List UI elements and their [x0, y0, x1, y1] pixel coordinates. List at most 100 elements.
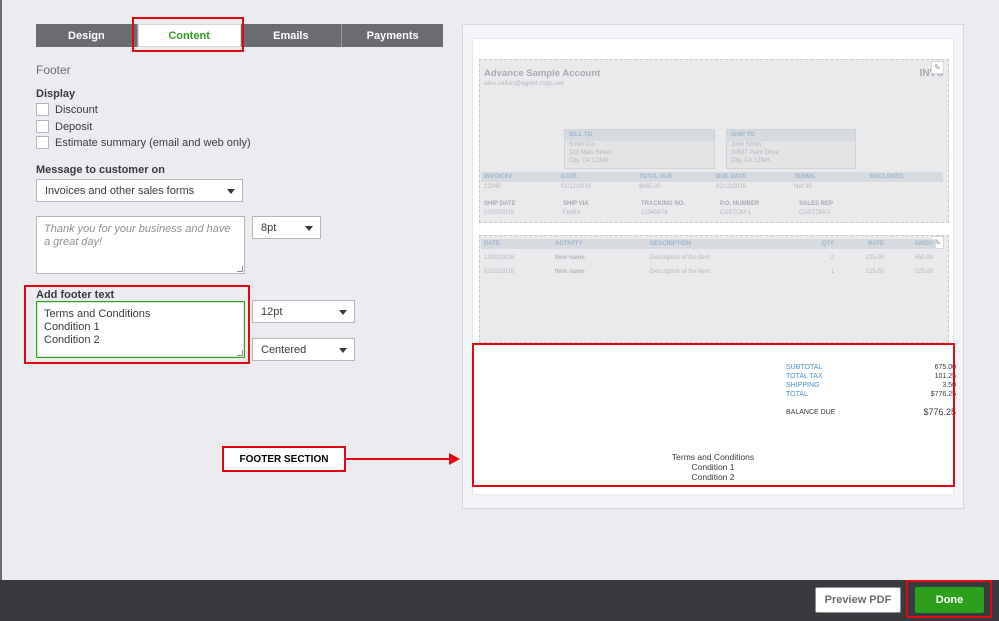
deposit-checkbox[interactable] — [36, 120, 49, 133]
estimate-summary-checkbox[interactable] — [36, 136, 49, 149]
chevron-down-icon — [305, 225, 313, 231]
bill-to-line: City, CA 12345 — [569, 158, 609, 164]
items-header: DATE — [484, 241, 500, 247]
item-cell: 450.00 — [914, 255, 933, 261]
ship-to-line: City, CA 12345 — [731, 158, 771, 164]
tab-content[interactable]: Content — [137, 24, 241, 47]
items-row: 01/12/2016 Item name Description of the … — [481, 267, 936, 277]
ship-header: P.O. NUMBER — [720, 201, 760, 207]
summary-value: 01/12/2016 — [561, 184, 592, 190]
item-cell: Description of the item — [650, 269, 710, 275]
tab-emails[interactable]: Emails — [240, 24, 343, 47]
ship-value: 01/03/2015 — [484, 210, 515, 216]
message-label: Message to customer on — [36, 164, 165, 176]
section-title: Footer — [36, 63, 71, 77]
deposit-option[interactable]: Deposit — [36, 120, 92, 133]
summary-header: DUE DATE — [716, 174, 747, 180]
message-type-select[interactable]: Invoices and other sales forms — [36, 179, 243, 202]
footer-line-1: Terms and Conditions — [44, 308, 151, 320]
done-button[interactable]: Done — [915, 587, 984, 613]
item-cell: 225.00 — [865, 269, 884, 275]
ship-to-box: SHIP TO John Smith 20637 Palm Drive City… — [726, 129, 856, 169]
summary-value — [867, 182, 943, 192]
items-header: AMOU — [914, 241, 933, 247]
message-type-value: Invoices and other sales forms — [45, 184, 195, 197]
tab-payments[interactable]: Payments — [342, 24, 443, 47]
summary-header: TERMS — [794, 174, 815, 180]
footer-font-size-value: 12pt — [261, 305, 283, 318]
summary-header: ENCLOSED — [870, 174, 904, 180]
summary-header-row: INVOICE# DATE TOTAL DUE DUE DATE TERMS E… — [481, 172, 943, 182]
arrow-right-icon — [449, 453, 460, 465]
window-edge — [0, 0, 2, 580]
footer-section-callout: FOOTER SECTION — [222, 446, 346, 472]
item-cell: 01/12/2016 — [484, 269, 515, 275]
resize-handle-icon[interactable] — [237, 350, 243, 356]
message-font-size-select[interactable]: 8pt — [252, 216, 321, 239]
discount-checkbox[interactable] — [36, 103, 49, 116]
item-cell: 225.00 — [914, 269, 933, 275]
message-font-size-value: 8pt — [261, 221, 277, 234]
message-textarea[interactable]: Thank you for your business and have a g… — [36, 216, 245, 274]
company-name: Advance Sample Account — [484, 68, 601, 79]
estimate-summary-option[interactable]: Estimate summary (email and web only) — [36, 136, 251, 149]
summary-header: DATE — [561, 174, 577, 180]
items-header-row: DATE ACTIVITY DESCRIPTION QTY RATE AMOU — [481, 239, 936, 249]
ship-to-line: 20637 Palm Drive — [731, 150, 779, 156]
item-cell: 1 — [830, 269, 834, 275]
ship-value: CUSTOM-2 — [799, 210, 831, 216]
items-row: 12/01/2016 Item name Description of the … — [481, 253, 936, 263]
ship-header: SHIP VIA — [563, 201, 589, 207]
resize-handle-icon[interactable] — [237, 266, 243, 272]
footer-line-2: Condition 1 — [44, 321, 100, 333]
items-region[interactable] — [479, 235, 949, 343]
ship-to-line: John Smith — [731, 142, 762, 148]
edit-pencil-icon[interactable]: ✎ — [931, 61, 944, 74]
footer-line-3: Condition 2 — [44, 334, 100, 346]
footer-section-highlight — [472, 343, 955, 487]
ship-to-header: SHIP TO — [727, 130, 855, 141]
footer-textarea[interactable]: Terms and Conditions Condition 1 Conditi… — [36, 301, 245, 358]
footer-alignment-select[interactable]: Centered — [252, 338, 355, 361]
item-cell: 12/01/2016 — [484, 255, 515, 261]
bill-to-line: 123 Main Street — [569, 150, 612, 156]
preview-pdf-button[interactable]: Preview PDF — [815, 587, 901, 613]
discount-option[interactable]: Discount — [36, 103, 98, 116]
items-header: QTY — [821, 241, 834, 247]
items-header: ACTIVITY — [555, 241, 583, 247]
ship-value: CUSTOM-1 — [720, 210, 752, 216]
summary-value: $665.00 — [639, 184, 661, 190]
bill-to-line: Smith Co. — [569, 142, 596, 148]
tab-bar: Design Content Emails Payments — [36, 24, 443, 47]
summary-header: TOTAL DUE — [639, 174, 673, 180]
callout-arrow-line — [346, 458, 450, 460]
summary-value-row: 12345 01/12/2016 $665.00 02/12/2016 Net … — [481, 182, 943, 192]
display-label: Display — [36, 88, 76, 100]
ship-header: SHIP DATE — [484, 201, 516, 207]
summary-header: INVOICE# — [484, 174, 513, 180]
footer-alignment-value: Centered — [261, 343, 307, 356]
footer-font-size-select[interactable]: 12pt — [252, 300, 355, 323]
summary-value: Net 30 — [794, 184, 812, 190]
ship-header: TRACKING NO. — [641, 201, 685, 207]
chevron-down-icon — [339, 309, 347, 315]
chevron-down-icon — [227, 188, 235, 194]
item-cell: 2 — [830, 255, 834, 261]
ship-header: SALES REP — [799, 201, 834, 207]
deposit-label: Deposit — [55, 120, 93, 133]
tab-design[interactable]: Design — [36, 24, 138, 47]
items-header: RATE — [868, 241, 884, 247]
item-cell: 225.00 — [865, 255, 884, 261]
chevron-down-icon — [339, 347, 347, 353]
ship-value: FedEx — [563, 210, 581, 216]
company-email: alex.vallon@agent.cvgs.net — [484, 80, 564, 87]
item-cell: Item name — [555, 269, 585, 275]
estimate-summary-label: Estimate summary (email and web only) — [55, 136, 251, 149]
footer-label: Add footer text — [36, 289, 115, 301]
summary-value: 12345 — [484, 184, 501, 190]
item-cell: Description of the item — [650, 255, 710, 261]
bill-to-header: BILL TO — [565, 130, 714, 141]
message-placeholder: Thank you for your business and have a g… — [44, 223, 231, 248]
item-cell: Item name — [555, 255, 585, 261]
ship-value: 12345678 — [641, 210, 668, 216]
